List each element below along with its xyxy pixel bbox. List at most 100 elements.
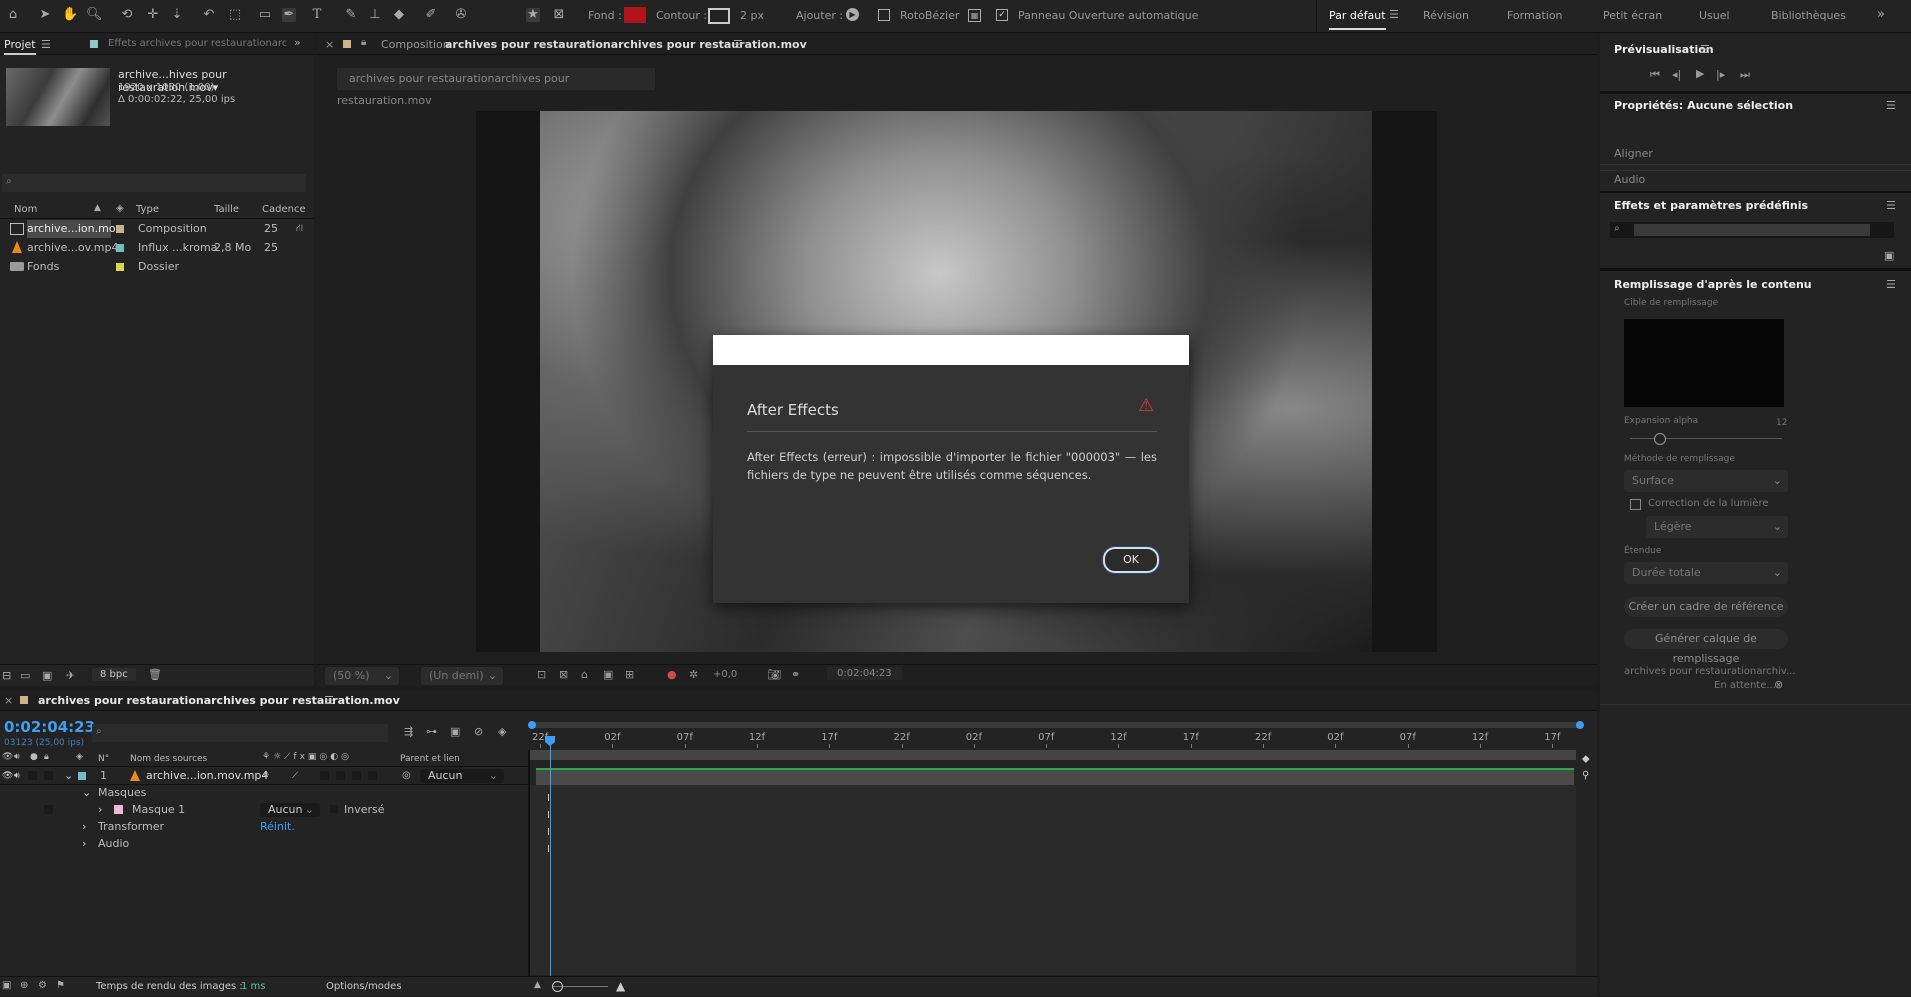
new-folder-icon[interactable]: ▭	[20, 669, 30, 682]
expand-chevron-icon[interactable]: ⌄	[64, 768, 73, 784]
project-row[interactable]: Fonds Dossier	[0, 258, 314, 276]
timeline-timecode[interactable]: 0:02:04:23	[4, 718, 95, 736]
alpha-slider-handle[interactable]	[1654, 433, 1666, 445]
play-icon[interactable]: ▶	[1696, 67, 1704, 80]
project-row[interactable]: archive...ion.mov Composition 25 ⛙	[0, 220, 314, 238]
workspace-training-tab[interactable]: Formation	[1507, 9, 1563, 22]
region-of-interest-icon[interactable]: ⊡	[537, 668, 546, 681]
mask-color-swatch[interactable]	[114, 805, 123, 814]
col-size[interactable]: Taille	[214, 204, 239, 215]
timeline-tab[interactable]: archives pour restaurationarchives pour …	[38, 694, 400, 707]
show-snapshot-icon[interactable]: ⚭	[791, 668, 800, 681]
alpha-slider-track[interactable]	[1630, 438, 1782, 439]
fill-panel-title[interactable]: Remplissage d'après le contenu	[1614, 278, 1812, 291]
pick-whip-icon[interactable]: ◎	[402, 768, 411, 784]
generate-fill-layer-button[interactable]: Générer calque de remplissage	[1624, 629, 1788, 665]
zoom-tool-icon[interactable]: 🔍︎	[86, 8, 103, 22]
options-modes-toggle[interactable]: Options/modes	[326, 981, 402, 992]
search-field[interactable]	[1634, 224, 1870, 236]
puppet-tool-icon[interactable]: ✇	[454, 8, 468, 22]
effects-search-input[interactable]: ⌕	[1610, 222, 1894, 238]
col-name[interactable]: Nom	[14, 204, 37, 215]
bpc-button[interactable]: 8 bpc	[92, 668, 136, 681]
navigator-end-handle[interactable]	[1576, 721, 1584, 729]
navigator-start-handle[interactable]	[528, 721, 536, 729]
time-ruler[interactable]: 22f 02f 07f 12f 17f 22f 02f 07f 12f 17f 22f 02f 07f 1…	[530, 732, 1580, 748]
ok-button[interactable]: OK	[1103, 547, 1159, 573]
mask-visibility-icon[interactable]: ⌂	[581, 668, 588, 681]
dialog-titlebar[interactable]	[713, 335, 1189, 365]
light-correction-checkbox[interactable]	[1630, 499, 1641, 510]
cancel-icon[interactable]: ⊗	[1774, 678, 1783, 691]
grid-icon[interactable]: ⊞	[625, 668, 634, 681]
orbit-tool-icon[interactable]: ⟲	[120, 8, 134, 22]
pen-tool-icon[interactable]: ✒	[282, 8, 296, 22]
effects-menu-icon[interactable]: ☰	[1886, 199, 1896, 212]
composition-breadcrumb[interactable]: archives pour restaurationarchives pour …	[337, 68, 655, 107]
fill-method-select[interactable]: Surface ⌄	[1624, 470, 1788, 492]
sort-asc-icon[interactable]: ▲	[94, 203, 101, 213]
project-search-input[interactable]: ⌕	[2, 174, 306, 192]
resolution-select[interactable]: (Un demi) ⌄	[421, 667, 503, 685]
calendar-icon[interactable]: ▦	[968, 9, 981, 22]
interpret-footage-icon[interactable]: ⊟	[2, 669, 11, 682]
clone-stamp-tool-icon[interactable]: ⊥	[368, 8, 382, 22]
keyframe-marker-icon[interactable]: I	[547, 810, 550, 821]
transform-row[interactable]: › Transformer Réinit.	[0, 819, 530, 835]
eye-icon[interactable]: 👁︎	[2, 768, 13, 784]
pickwhip-end-icon[interactable]: ⚲	[1582, 770, 1589, 781]
text-tool-icon[interactable]: T	[310, 8, 324, 22]
effect-switch[interactable]	[320, 771, 329, 780]
shy-switch-icon[interactable]: ⚘	[262, 768, 270, 784]
stroke-size[interactable]: 2 px	[740, 9, 764, 22]
guides-icon[interactable]: ▣	[603, 668, 613, 681]
mask-visibility-toggle[interactable]	[44, 805, 53, 814]
parent-select[interactable]: Aucun ⌄	[420, 769, 504, 783]
frame-blend-switch[interactable]	[336, 771, 345, 780]
comp-mini-flowchart-icon[interactable]: ⇶	[404, 725, 413, 738]
lock-toggle[interactable]	[44, 771, 53, 780]
align-panel-label[interactable]: Aligner	[1614, 147, 1653, 160]
inverted-checkbox[interactable]	[330, 805, 338, 813]
composition-menu-icon[interactable]: ☰	[733, 38, 743, 51]
col-type[interactable]: Type	[136, 204, 159, 215]
first-frame-icon[interactable]: ⏮	[1650, 68, 1660, 82]
timeline-menu-icon[interactable]: ☰	[324, 694, 334, 707]
work-area-bar[interactable]	[530, 750, 1576, 760]
create-reference-frame-button[interactable]: Créer un cadre de référence	[1624, 597, 1788, 617]
panel-overflow-icon[interactable]: »	[294, 36, 301, 49]
mask-mode-select[interactable]: Aucun ⌄	[260, 803, 320, 817]
fill-menu-icon[interactable]: ☰	[1886, 278, 1896, 291]
solo-toggle[interactable]	[28, 771, 37, 780]
col-rate[interactable]: Cadence	[262, 204, 306, 215]
current-time-indicator[interactable]	[550, 736, 551, 976]
stroke-color-swatch[interactable]	[708, 8, 730, 24]
draft-3d-icon[interactable]: ⊶	[426, 725, 437, 738]
properties-title[interactable]: Propriétés: Aucune sélection	[1614, 99, 1793, 112]
speaker-icon[interactable]: 🔊︎	[14, 768, 20, 784]
workspace-standard-tab[interactable]: Usuel	[1699, 9, 1730, 22]
close-tab-icon[interactable]: ×	[325, 38, 334, 51]
composition-tab[interactable]: archives pour restaurationarchives pour …	[445, 38, 807, 51]
dolly-tool-icon[interactable]: ⇣	[170, 8, 184, 22]
light-correction-select[interactable]: Légère ⌄	[1646, 516, 1788, 538]
project-menu-icon[interactable]: ☰	[41, 38, 51, 51]
comp-marker-icon[interactable]: ⬥	[1582, 752, 1590, 766]
alpha-expansion-value[interactable]: 12	[1776, 418, 1787, 428]
workspace-default-tab[interactable]: Par défaut	[1329, 9, 1386, 30]
hand-tool-icon[interactable]: ✋	[62, 8, 78, 22]
panel-auto-checkbox[interactable]: ✓	[996, 9, 1008, 21]
workspace-libraries-tab[interactable]: Bibliothèques	[1771, 9, 1846, 22]
mask-icon[interactable]: ⊠	[552, 8, 566, 22]
last-frame-icon[interactable]: ⏭	[1740, 68, 1750, 82]
project-tab[interactable]: Projet	[4, 38, 36, 55]
prev-frame-icon[interactable]: ◂|	[1672, 68, 1681, 81]
keyframe-marker-icon[interactable]: I	[547, 793, 550, 804]
lock-icon[interactable]: 🔒︎	[361, 37, 366, 48]
transparency-grid-icon[interactable]: ⊠	[559, 668, 568, 681]
snapshot-icon[interactable]: 📷︎	[767, 668, 781, 681]
masks-group-row[interactable]: ⌄ Masques	[0, 785, 530, 801]
render-time-icon[interactable]: ⚑	[56, 980, 65, 991]
render-toggle-icon[interactable]: ▣	[2, 980, 11, 991]
expand-collapse-icon[interactable]: ⊕	[20, 980, 28, 991]
